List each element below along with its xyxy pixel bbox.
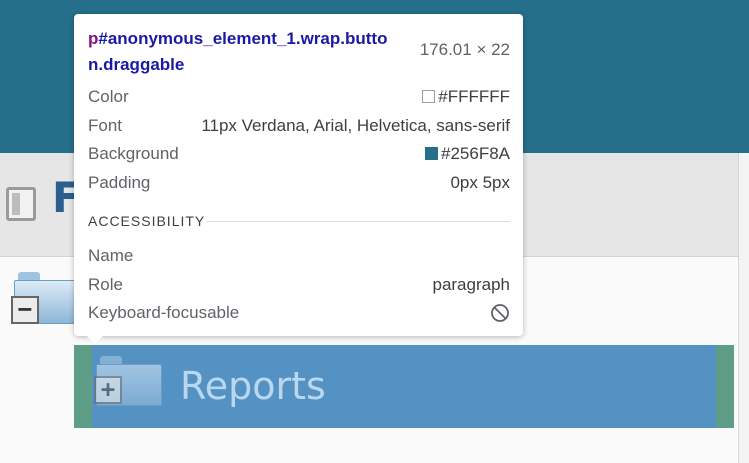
style-value: #FFFFFF (438, 87, 510, 106)
a11y-row-name: Name (88, 244, 510, 268)
toggle-icon[interactable] (6, 187, 36, 221)
divider (206, 221, 510, 222)
style-value: 11px Verdana, Arial, Helvetica, sans-ser… (201, 116, 510, 135)
block-icon (491, 304, 509, 322)
draggable-tree-item[interactable] (74, 345, 734, 428)
a11y-value: paragraph (432, 275, 510, 294)
style-row-background: Background #256F8A (88, 142, 510, 166)
style-row-font: Font 11px Verdana, Arial, Helvetica, san… (88, 114, 510, 138)
style-value: #256F8A (441, 144, 510, 163)
style-value: 0px 5px (450, 173, 510, 192)
style-key: Font (88, 116, 123, 135)
style-key: Color (88, 87, 129, 106)
minus-box-icon[interactable]: − (11, 296, 39, 324)
a11y-key: Name (88, 246, 134, 265)
style-row-color: Color #FFFFFF (88, 85, 510, 109)
element-dimensions: 176.01 × 22 (419, 40, 510, 59)
tree-item-label-reports[interactable]: Reports (180, 364, 326, 408)
color-swatch (425, 147, 438, 160)
style-row-padding: Padding 0px 5px (88, 171, 510, 195)
element-selector: p#anonymous_element_1.wrap.button.dragga… (88, 29, 388, 74)
a11y-key: Keyboard-focusable (88, 303, 240, 322)
style-key: Background (88, 144, 179, 163)
color-swatch (422, 90, 436, 103)
a11y-key: Role (88, 275, 123, 294)
scrollbar-track[interactable] (738, 153, 749, 463)
a11y-row-role: Role paragraph (88, 273, 510, 297)
inspect-tooltip: p#anonymous_element_1.wrap.button.dragga… (74, 14, 523, 344)
accessibility-heading: ACCESSIBILITY (88, 213, 206, 229)
style-key: Padding (88, 173, 151, 192)
plus-box-icon[interactable]: + (94, 376, 122, 404)
a11y-row-keyboard-focusable: Keyboard-focusable (88, 301, 510, 325)
